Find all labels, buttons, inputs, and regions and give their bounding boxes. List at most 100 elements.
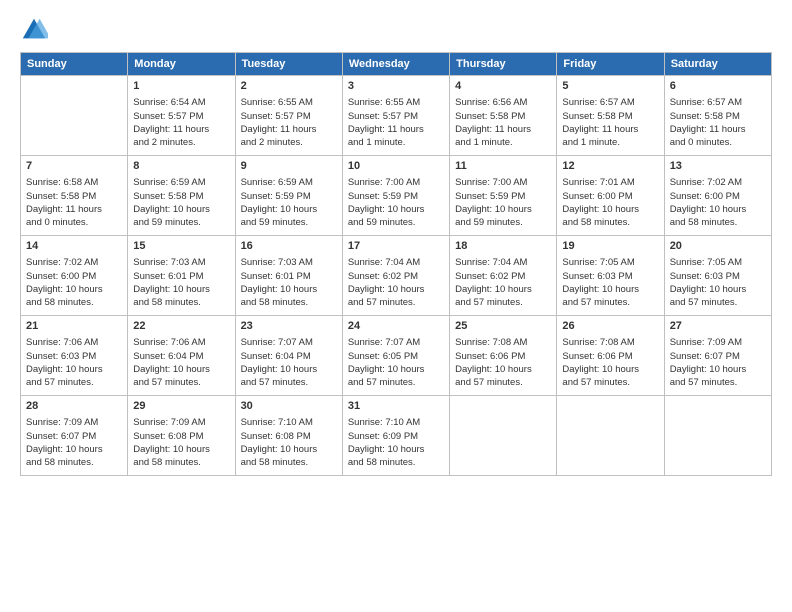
logo-icon bbox=[20, 16, 48, 44]
calendar-cell: 21 Sunrise: 7:06 AM Sunset: 6:03 PM Dayli… bbox=[21, 316, 128, 396]
day-info: Sunrise: 7:04 AM Sunset: 6:02 PM Dayligh… bbox=[455, 256, 551, 309]
calendar-cell: 15Sunrise: 7:03 AM Sunset: 6:01 PM Dayli… bbox=[128, 236, 235, 316]
day-number: 31 bbox=[348, 399, 444, 414]
header bbox=[20, 16, 772, 44]
calendar-cell: 11 Sunrise: 7:00 AM Sunset: 5:59 PM Dayli… bbox=[450, 156, 557, 236]
day-number: 20 bbox=[670, 239, 766, 254]
day-number: 4 bbox=[455, 79, 551, 94]
day-info: Sunrise: 6:57 AM Sunset: 5:58 PM Dayligh… bbox=[670, 96, 766, 149]
calendar-week-row: 7 Sunrise: 6:58 AM Sunset: 5:58 PM Daylig… bbox=[21, 156, 772, 236]
day-info: Sunrise: 7:09 AM Sunset: 6:07 PM Dayligh… bbox=[670, 336, 766, 389]
calendar-cell: 24Sunrise: 7:07 AM Sunset: 6:05 PM Dayli… bbox=[342, 316, 449, 396]
day-info: Sunrise: 7:08 AM Sunset: 6:06 PM Dayligh… bbox=[562, 336, 658, 389]
calendar-week-row: 1 Sunrise: 6:54 AM Sunset: 5:57 PM Daylig… bbox=[21, 76, 772, 156]
calendar-cell: 16 Sunrise: 7:03 AM Sunset: 6:01 PM Dayli… bbox=[235, 236, 342, 316]
day-info: Sunrise: 7:09 AM Sunset: 6:08 PM Dayligh… bbox=[133, 416, 229, 469]
day-number: 10 bbox=[348, 159, 444, 174]
calendar-cell: 5 Sunrise: 6:57 AM Sunset: 5:58 PM Daylig… bbox=[557, 76, 664, 156]
day-number: 16 bbox=[241, 239, 337, 254]
day-info: Sunrise: 7:03 AM Sunset: 6:01 PM Dayligh… bbox=[133, 256, 229, 309]
day-number: 6 bbox=[670, 79, 766, 94]
calendar-cell bbox=[450, 396, 557, 476]
calendar-cell: 2 Sunrise: 6:55 AM Sunset: 5:57 PM Daylig… bbox=[235, 76, 342, 156]
day-info: Sunrise: 7:06 AM Sunset: 6:03 PM Dayligh… bbox=[26, 336, 122, 389]
day-info: Sunrise: 7:01 AM Sunset: 6:00 PM Dayligh… bbox=[562, 176, 658, 229]
calendar-cell: 19Sunrise: 7:05 AM Sunset: 6:03 PM Dayli… bbox=[557, 236, 664, 316]
day-number: 1 bbox=[133, 79, 229, 94]
day-info: Sunrise: 6:58 AM Sunset: 5:58 PM Dayligh… bbox=[26, 176, 122, 229]
day-info: Sunrise: 6:55 AM Sunset: 5:57 PM Dayligh… bbox=[241, 96, 337, 149]
day-info: Sunrise: 7:05 AM Sunset: 6:03 PM Dayligh… bbox=[670, 256, 766, 309]
logo bbox=[20, 16, 52, 44]
calendar-cell: 29 Sunrise: 7:09 AM Sunset: 6:08 PM Dayli… bbox=[128, 396, 235, 476]
calendar-cell: 1 Sunrise: 6:54 AM Sunset: 5:57 PM Daylig… bbox=[128, 76, 235, 156]
calendar-cell: 17 Sunrise: 7:04 AM Sunset: 6:02 PM Dayli… bbox=[342, 236, 449, 316]
calendar-week-row: 28Sunrise: 7:09 AM Sunset: 6:07 PM Dayli… bbox=[21, 396, 772, 476]
calendar-cell: 31 Sunrise: 7:10 AM Sunset: 6:09 PM Dayli… bbox=[342, 396, 449, 476]
weekday-row: SundayMondayTuesdayWednesdayThursdayFrid… bbox=[21, 53, 772, 76]
weekday-header: Saturday bbox=[664, 53, 771, 76]
day-number: 2 bbox=[241, 79, 337, 94]
day-number: 28 bbox=[26, 399, 122, 414]
calendar-cell: 9 Sunrise: 6:59 AM Sunset: 5:59 PM Daylig… bbox=[235, 156, 342, 236]
day-number: 18 bbox=[455, 239, 551, 254]
day-number: 13 bbox=[670, 159, 766, 174]
day-number: 26 bbox=[562, 319, 658, 334]
day-number: 21 bbox=[26, 319, 122, 334]
day-info: Sunrise: 6:55 AM Sunset: 5:57 PM Dayligh… bbox=[348, 96, 444, 149]
calendar-cell: 14 Sunrise: 7:02 AM Sunset: 6:00 PM Dayli… bbox=[21, 236, 128, 316]
day-number: 9 bbox=[241, 159, 337, 174]
calendar-cell: 6 Sunrise: 6:57 AM Sunset: 5:58 PM Daylig… bbox=[664, 76, 771, 156]
calendar-cell bbox=[21, 76, 128, 156]
calendar-cell: 10 Sunrise: 7:00 AM Sunset: 5:59 PM Dayli… bbox=[342, 156, 449, 236]
day-info: Sunrise: 6:57 AM Sunset: 5:58 PM Dayligh… bbox=[562, 96, 658, 149]
calendar-cell: 18 Sunrise: 7:04 AM Sunset: 6:02 PM Dayli… bbox=[450, 236, 557, 316]
calendar-cell: 3 Sunrise: 6:55 AM Sunset: 5:57 PM Daylig… bbox=[342, 76, 449, 156]
day-number: 30 bbox=[241, 399, 337, 414]
day-info: Sunrise: 6:59 AM Sunset: 5:59 PM Dayligh… bbox=[241, 176, 337, 229]
weekday-header: Monday bbox=[128, 53, 235, 76]
page: SundayMondayTuesdayWednesdayThursdayFrid… bbox=[0, 0, 792, 612]
weekday-header: Wednesday bbox=[342, 53, 449, 76]
weekday-header: Tuesday bbox=[235, 53, 342, 76]
day-number: 8 bbox=[133, 159, 229, 174]
calendar-cell: 27Sunrise: 7:09 AM Sunset: 6:07 PM Dayli… bbox=[664, 316, 771, 396]
calendar-header: SundayMondayTuesdayWednesdayThursdayFrid… bbox=[21, 53, 772, 76]
day-number: 3 bbox=[348, 79, 444, 94]
weekday-header: Thursday bbox=[450, 53, 557, 76]
calendar-cell bbox=[664, 396, 771, 476]
day-info: Sunrise: 7:04 AM Sunset: 6:02 PM Dayligh… bbox=[348, 256, 444, 309]
calendar-week-row: 21 Sunrise: 7:06 AM Sunset: 6:03 PM Dayli… bbox=[21, 316, 772, 396]
day-number: 11 bbox=[455, 159, 551, 174]
calendar-body: 1 Sunrise: 6:54 AM Sunset: 5:57 PM Daylig… bbox=[21, 76, 772, 476]
day-info: Sunrise: 7:07 AM Sunset: 6:05 PM Dayligh… bbox=[348, 336, 444, 389]
day-info: Sunrise: 7:00 AM Sunset: 5:59 PM Dayligh… bbox=[348, 176, 444, 229]
day-number: 5 bbox=[562, 79, 658, 94]
calendar-cell: 23Sunrise: 7:07 AM Sunset: 6:04 PM Dayli… bbox=[235, 316, 342, 396]
day-info: Sunrise: 7:08 AM Sunset: 6:06 PM Dayligh… bbox=[455, 336, 551, 389]
day-info: Sunrise: 7:00 AM Sunset: 5:59 PM Dayligh… bbox=[455, 176, 551, 229]
day-number: 23 bbox=[241, 319, 337, 334]
day-number: 12 bbox=[562, 159, 658, 174]
calendar-table: SundayMondayTuesdayWednesdayThursdayFrid… bbox=[20, 52, 772, 476]
day-info: Sunrise: 7:02 AM Sunset: 6:00 PM Dayligh… bbox=[26, 256, 122, 309]
day-info: Sunrise: 7:10 AM Sunset: 6:08 PM Dayligh… bbox=[241, 416, 337, 469]
day-info: Sunrise: 7:03 AM Sunset: 6:01 PM Dayligh… bbox=[241, 256, 337, 309]
calendar-cell: 22Sunrise: 7:06 AM Sunset: 6:04 PM Dayli… bbox=[128, 316, 235, 396]
calendar-cell: 28Sunrise: 7:09 AM Sunset: 6:07 PM Dayli… bbox=[21, 396, 128, 476]
day-number: 22 bbox=[133, 319, 229, 334]
day-info: Sunrise: 7:05 AM Sunset: 6:03 PM Dayligh… bbox=[562, 256, 658, 309]
calendar-cell: 7 Sunrise: 6:58 AM Sunset: 5:58 PM Daylig… bbox=[21, 156, 128, 236]
weekday-header: Friday bbox=[557, 53, 664, 76]
day-number: 25 bbox=[455, 319, 551, 334]
day-info: Sunrise: 7:10 AM Sunset: 6:09 PM Dayligh… bbox=[348, 416, 444, 469]
day-number: 17 bbox=[348, 239, 444, 254]
day-info: Sunrise: 6:54 AM Sunset: 5:57 PM Dayligh… bbox=[133, 96, 229, 149]
day-number: 14 bbox=[26, 239, 122, 254]
calendar-cell: 25 Sunrise: 7:08 AM Sunset: 6:06 PM Dayli… bbox=[450, 316, 557, 396]
day-number: 7 bbox=[26, 159, 122, 174]
calendar-cell: 4Sunrise: 6:56 AM Sunset: 5:58 PM Daylig… bbox=[450, 76, 557, 156]
day-number: 29 bbox=[133, 399, 229, 414]
calendar-cell: 30 Sunrise: 7:10 AM Sunset: 6:08 PM Dayli… bbox=[235, 396, 342, 476]
calendar-cell bbox=[557, 396, 664, 476]
